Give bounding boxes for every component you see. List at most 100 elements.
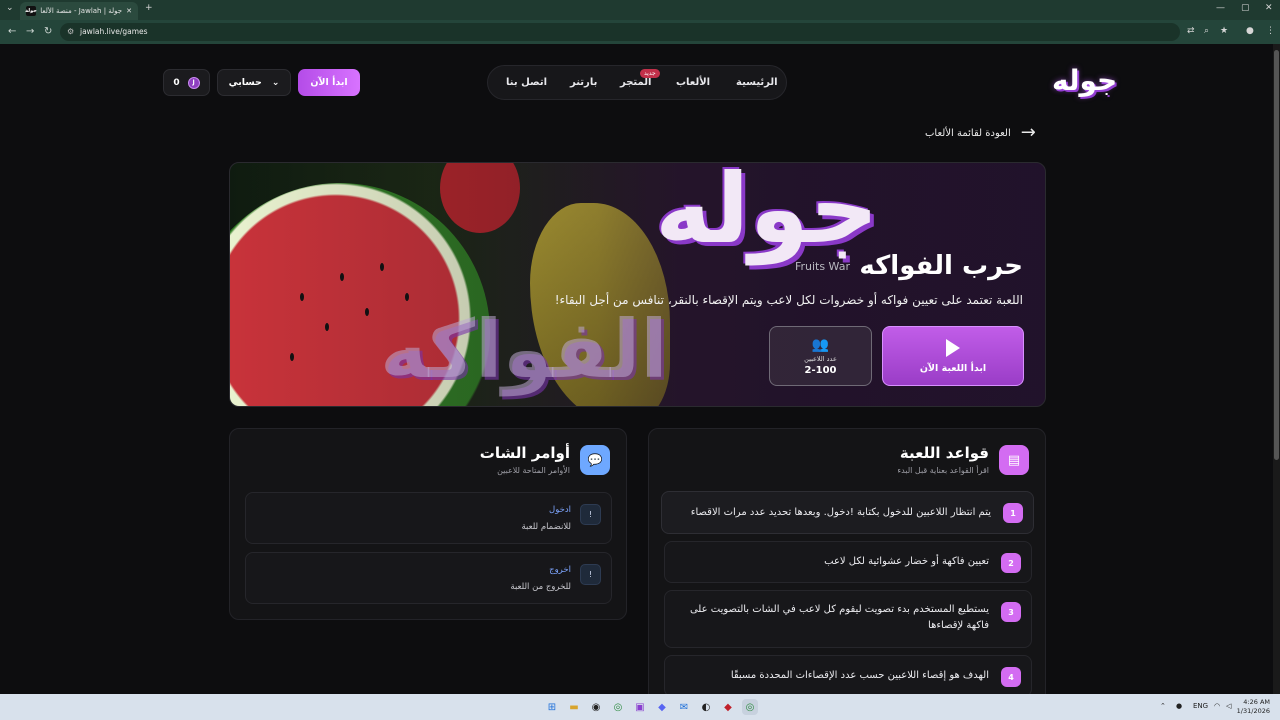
windows-start-icon[interactable]: ⊞ [544,699,560,715]
coin-balance[interactable]: 0 J [163,69,210,96]
game-app-icon[interactable]: ◆ [720,699,736,715]
clock-date: 1/31/2026 [1236,707,1270,715]
play-game-button[interactable]: ابدأ اللعبة الآن [882,326,1024,386]
rule-number: 1 [1003,503,1023,523]
profile-avatar-icon[interactable]: ● [1246,26,1254,36]
site-logo[interactable]: جوله [1052,64,1118,97]
minimize-icon[interactable]: — [1216,3,1225,13]
players-count-card: 👥 عدد اللاعبين 2-100 [769,326,872,386]
account-button[interactable]: حسابي ⌄ [217,69,291,96]
nav-store[interactable]: المتجر [620,77,651,88]
rules-title: قواعد اللعبة [899,444,989,462]
rule-item: 1 يتم انتظار اللاعبين للدخول بكتابة !دخو… [661,491,1034,534]
twitch-icon[interactable]: ▣ [632,699,648,715]
command-desc: للانضمام للعبة [521,522,572,532]
rule-item: 4 الهدف هو إقصاء اللاعبين حسب عدد الإقصا… [664,655,1032,694]
maximize-icon[interactable]: ▢ [1241,3,1250,13]
start-now-button[interactable]: ابدأ الآن [298,69,360,96]
chrome-icon[interactable]: ◎ [610,699,626,715]
nav-contact[interactable]: اتصل بنا [506,77,547,88]
wifi-icon[interactable]: ◠ [1214,702,1220,710]
command-number: ! [580,504,601,525]
file-explorer-icon[interactable]: ▬ [566,699,582,715]
rule-item: 3 يستطيع المستخدم بدء تصويت ليقوم كل لاع… [664,590,1032,648]
new-tab-icon[interactable]: + [145,3,153,13]
command-desc: للخروج من اللعبة [510,582,571,592]
command-name: اخروج [549,565,571,575]
chat-title: أوامر الشات [479,444,570,462]
chat-command-item: ! اخروج للخروج من اللعبة [245,552,612,604]
nav-home[interactable]: الرئيسية [736,77,778,88]
language-indicator[interactable]: ENG [1193,702,1208,710]
back-nav-icon[interactable]: ← [8,26,16,37]
browser-tab[interactable]: جولة جولة | Jawlah - منصة الألعاب الـ ✕ [20,2,138,20]
rules-book-icon: ▤ [999,445,1029,475]
coin-icon: J [187,76,200,89]
os-taskbar: ⊞ ▬ ◉ ◎ ▣ ◆ ✉ ◐ ◆ ◎ ⌃ ● ENG ◠ ◁ 4:26 AM … [0,694,1280,720]
url-field[interactable]: ⚙ jawlah.live/games [60,23,1180,41]
nav-partner[interactable]: بارتنر [570,77,597,88]
close-tab-icon[interactable]: ✕ [126,7,132,15]
chat-commands-card: 💬 أوامر الشات الأوامر المتاحة للاعبين ! … [229,428,627,620]
chrome-active-icon[interactable]: ◎ [742,699,758,715]
tab-list-icon[interactable]: ⌄ [6,3,14,13]
zoom-icon[interactable]: ⌕ [1204,26,1209,36]
browser-menu-icon[interactable]: ⋮ [1266,26,1275,36]
volume-icon[interactable]: ◁ [1226,702,1231,710]
discord-icon[interactable]: ◆ [654,699,670,715]
nav-games[interactable]: الألعاب [676,77,710,88]
rule-item: 2 تعيين فاكهة أو خضار عشوائية لكل لاعب [664,541,1032,583]
tab-favicon: جولة [25,6,37,16]
game-description: اللعبة تعتمد على تعيين فواكه أو خضروات ل… [554,293,1023,307]
site-info-icon[interactable]: ⚙ [67,23,74,41]
translate-icon[interactable]: ⇄ [1187,26,1195,36]
back-to-games-link[interactable]: → العودة لقائمة الألعاب [925,122,1045,143]
reload-icon[interactable]: ↻ [44,26,52,37]
app-icon[interactable]: ◉ [588,699,604,715]
play-label: ابدأ اللعبة الآن [919,362,987,374]
rule-text: يستطيع المستخدم بدء تصويت ليقوم كل لاعب … [689,604,989,631]
tab-title: جولة | Jawlah - منصة الألعاب الـ [40,7,123,15]
play-icon [946,338,960,357]
rule-number: 3 [1001,602,1021,622]
coin-count: 0 [173,77,180,88]
users-icon: 👥 [811,336,830,353]
hero-watermark-bottom: الفواكه [380,303,672,396]
rules-card: ▤ قواعد اللعبة اقرأ القواعد بعناية قبل ا… [648,428,1046,694]
rule-text: تعيين فاكهة أو خضار عشوائية لكل لاعب [824,556,989,567]
arrow-right-icon: → [1020,122,1036,143]
bookmark-star-icon[interactable]: ★ [1220,26,1228,36]
rule-number: 2 [1001,553,1021,573]
obs-icon[interactable]: ◐ [698,699,714,715]
chevron-down-icon: ⌄ [271,77,280,88]
back-link-label: العودة لقائمة الألعاب [925,127,1011,139]
tray-chevron-icon[interactable]: ⌃ [1160,702,1166,710]
chat-subtitle: الأوامر المتاحة للاعبين [497,466,570,475]
rule-text: يتم انتظار اللاعبين للدخول بكتابة !دخول.… [690,507,991,518]
system-clock[interactable]: 4:26 AM 1/31/2026 [1237,698,1270,716]
hero-watermark-logo: جوله [655,162,885,265]
command-number: ! [580,564,601,585]
page: جوله الرئيسية الألعاب المتجر جديد بارتنر… [0,44,1273,694]
store-new-badge: جديد [640,69,660,78]
account-label: حسابي [228,77,262,88]
main-nav: الرئيسية الألعاب المتجر جديد بارتنر اتصل… [487,65,787,100]
rule-number: 4 [1001,667,1021,687]
clock-time: 4:26 AM [1243,698,1270,706]
close-window-icon[interactable]: ✕ [1265,3,1273,13]
page-scrollbar[interactable] [1273,44,1280,694]
chat-bubble-icon: 💬 [580,445,610,475]
mail-icon[interactable]: ✉ [676,699,692,715]
players-label: عدد اللاعبين [804,354,837,363]
game-hero-banner: الفواكه جوله حرب الفواكه Fruits War اللع… [229,162,1046,407]
browser-tab-bar: ⌄ جولة جولة | Jawlah - منصة الألعاب الـ … [0,0,1280,20]
url-text: jawlah.live/games [80,27,148,36]
rule-text: الهدف هو إقصاء اللاعبين حسب عدد الإقصاءا… [730,670,989,681]
address-bar-row: ← → ↻ ⚙ jawlah.live/games ⇄ ⌕ ★ ● ⋮ [0,20,1280,44]
scrollbar-thumb[interactable] [1274,50,1279,460]
game-title: حرب الفواكه [859,251,1023,281]
game-subtitle: Fruits War [794,260,850,273]
rules-subtitle: اقرأ القواعد بعناية قبل البدء [897,466,989,475]
forward-nav-icon[interactable]: → [26,26,34,37]
microphone-icon[interactable]: ● [1176,702,1182,710]
